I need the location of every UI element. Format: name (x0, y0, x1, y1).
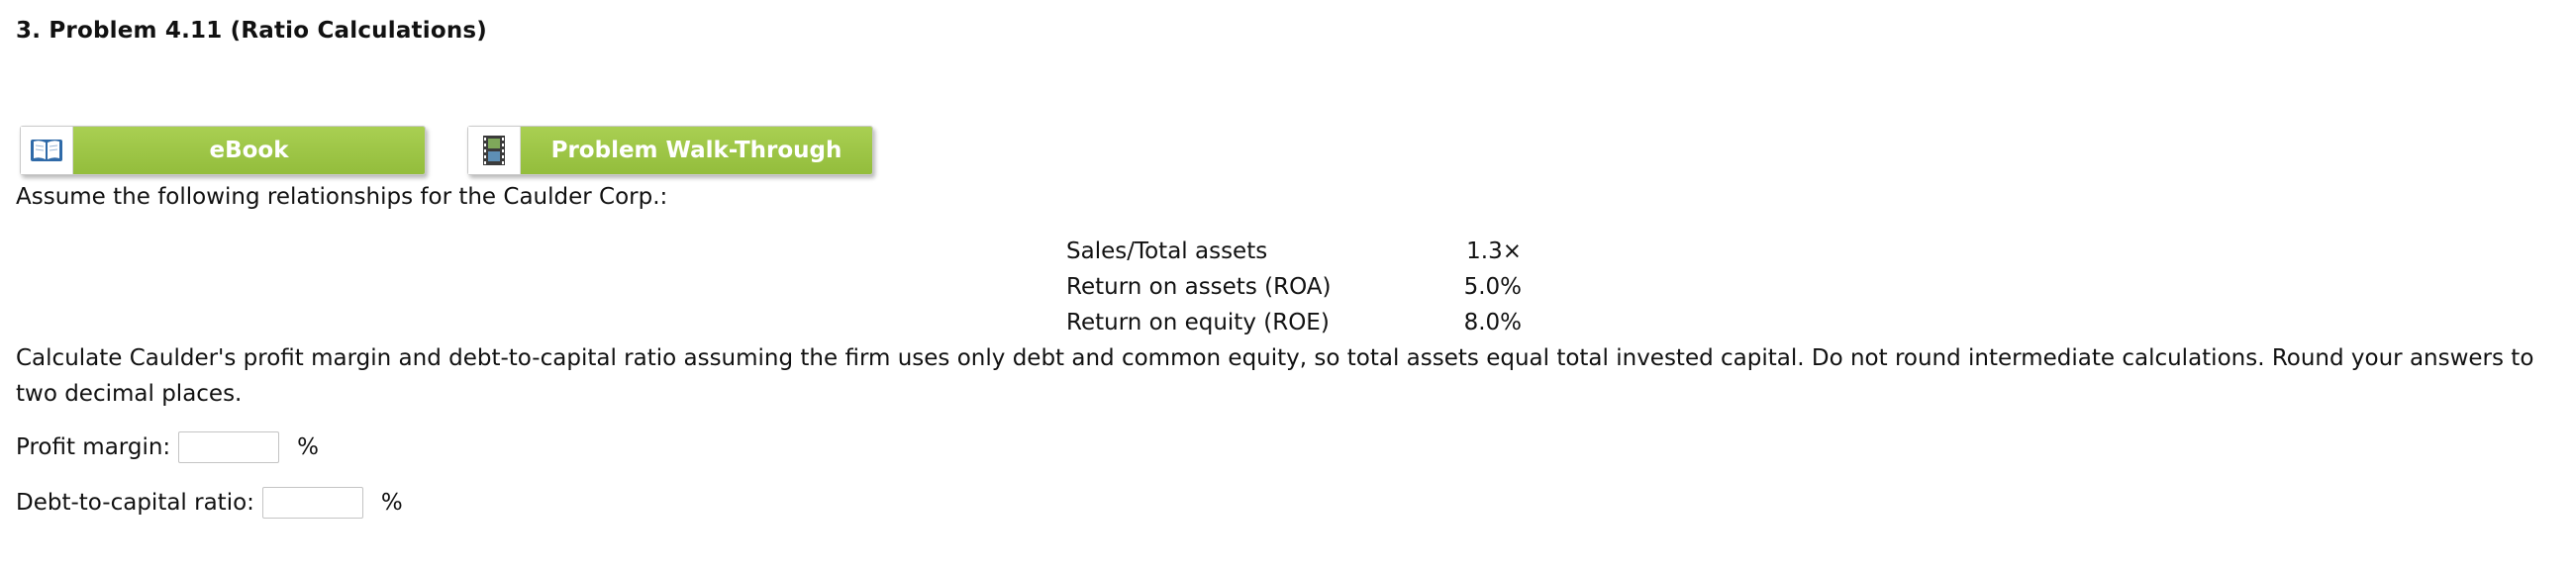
percent-unit: % (297, 434, 320, 460)
intro-text: Assume the following relationships for t… (16, 184, 668, 210)
debt-to-capital-row: Debt-to-capital ratio: % (16, 487, 403, 519)
problem-walkthrough-label: Problem Walk-Through (521, 127, 872, 174)
ratio-row-sales-total-assets: Sales/Total assets 1.3× (1066, 234, 1522, 269)
debt-to-capital-input[interactable] (261, 487, 363, 519)
instructions-text: Calculate Caulder's profit margin and de… (16, 345, 2534, 407)
debt-to-capital-label: Debt-to-capital ratio: (16, 490, 254, 516)
problem-title: 3. Problem 4.11 (Ratio Calculations) (16, 18, 488, 44)
profit-margin-input[interactable] (178, 431, 280, 463)
ratio-value: 8.0% (1463, 310, 1522, 335)
ratio-row-roa: Return on assets (ROA) 5.0% (1066, 269, 1522, 305)
problem-walkthrough-button[interactable]: Problem Walk-Through (467, 126, 873, 175)
ratio-value: 5.0% (1463, 274, 1522, 300)
ratio-label: Sales/Total assets (1066, 238, 1268, 264)
film-strip-icon (468, 127, 521, 174)
profit-margin-label: Profit margin: (16, 434, 171, 460)
open-book-icon (21, 127, 73, 174)
profit-margin-row: Profit margin: % (16, 431, 319, 463)
percent-unit: % (380, 490, 403, 516)
ebook-button-label: eBook (73, 127, 425, 174)
ratio-label: Return on equity (ROE) (1066, 310, 1330, 335)
ratio-value: 1.3× (1466, 238, 1522, 264)
ebook-button[interactable]: eBook (20, 126, 426, 175)
ratio-row-roe: Return on equity (ROE) 8.0% (1066, 305, 1522, 340)
ratios-table: Sales/Total assets 1.3× Return on assets… (1066, 234, 1522, 340)
ratio-label: Return on assets (ROA) (1066, 274, 1332, 300)
